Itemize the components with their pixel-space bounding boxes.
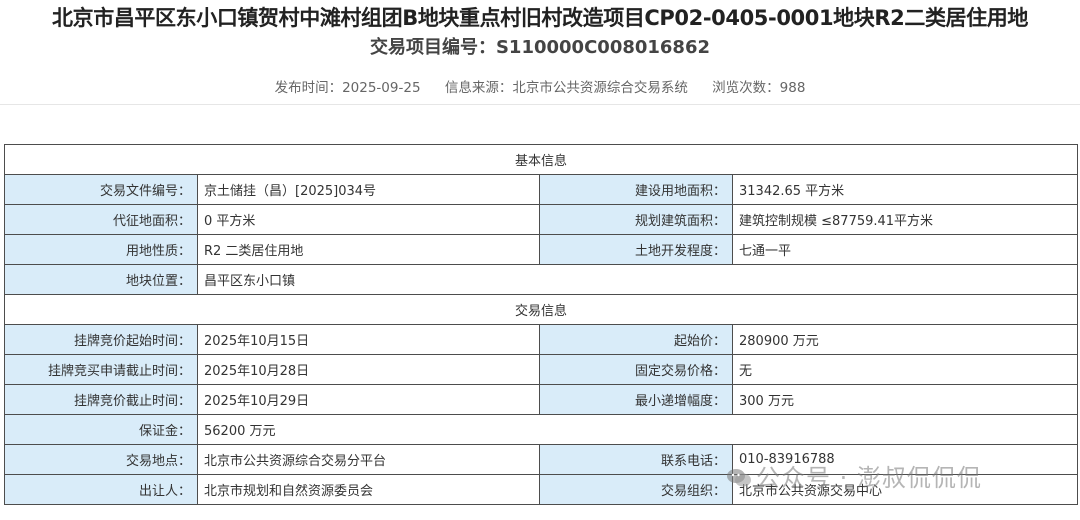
field-value: 2025年10月15日	[197, 324, 540, 355]
table-row: 挂牌竞买申请截止时间： 2025年10月28日 固定交易价格： 无	[4, 354, 1079, 385]
field-value: 北京市公共资源综合交易分平台	[197, 444, 540, 475]
project-number: 交易项目编号：S110000C008016862	[369, 37, 711, 58]
field-label: 出让人：	[4, 474, 198, 505]
field-label: 建设用地面积：	[539, 174, 733, 205]
section-basic: 基本信息	[3, 144, 1079, 175]
field-label: 挂牌竞买申请截止时间：	[4, 354, 198, 385]
page-title: 北京市昌平区东小口镇贺村中滩村组团B地块重点村旧村改造项目CP02-0405-0…	[52, 6, 1028, 30]
field-value: 2025年10月28日	[197, 354, 540, 385]
field-value: 七通一平	[731, 234, 1079, 265]
header-divider	[0, 104, 1080, 105]
table-row: 用地性质： R2 二类居住用地 土地开发程度： 七通一平	[4, 234, 1079, 265]
field-label: 交易文件编号：	[4, 174, 198, 205]
publish-time: 发布时间：2025-09-25	[274, 80, 421, 96]
section-trade: 交易信息	[3, 294, 1079, 325]
field-label: 挂牌竞价起始时间：	[4, 324, 198, 355]
field-label: 固定交易价格：	[539, 354, 733, 385]
field-value: 建筑控制规模 ≤87759.41平方米	[731, 204, 1079, 235]
field-label: 土地开发程度：	[539, 234, 733, 265]
field-label: 挂牌竞价截止时间：	[4, 384, 198, 415]
field-label: 起始价：	[539, 324, 733, 355]
info-table: 基本信息 交易文件编号： 京土储挂（昌）[2025]034号 建设用地面积： 3…	[3, 144, 1079, 505]
table-row: 保证金： 56200 万元	[4, 414, 1079, 445]
field-value: 31342.65 平方米	[731, 174, 1079, 205]
field-value: 300 万元	[731, 384, 1079, 415]
table-row: 挂牌竞价起始时间： 2025年10月15日 起始价： 280900 万元	[4, 324, 1079, 355]
field-label: 交易地点：	[4, 444, 198, 475]
table-row: 挂牌竞价截止时间： 2025年10月29日 最小递增幅度： 300 万元	[4, 384, 1079, 415]
field-value: 0 平方米	[197, 204, 540, 235]
info-source: 信息来源：北京市公共资源综合交易系统	[444, 80, 688, 96]
view-count: 浏览次数：988	[712, 80, 806, 96]
field-value: 56200 万元	[196, 414, 1079, 445]
field-label: 联系电话：	[539, 444, 733, 475]
page-header: 北京市昌平区东小口镇贺村中滩村组团B地块重点村旧村改造项目CP02-0405-0…	[0, 0, 1080, 104]
field-value: 280900 万元	[731, 324, 1079, 355]
watermark: 公众号 · 澎叔侃侃侃	[726, 458, 982, 493]
field-value: 昌平区东小口镇	[196, 264, 1079, 295]
field-value: 京土储挂（昌）[2025]034号	[197, 174, 540, 205]
field-label: 保证金：	[4, 414, 198, 445]
meta-bar: 发布时间：2025-09-25 信息来源：北京市公共资源综合交易系统 浏览次数：…	[0, 78, 1080, 98]
field-label: 用地性质：	[4, 234, 198, 265]
field-value: 北京市规划和自然资源委员会	[197, 474, 540, 505]
field-label: 交易组织：	[539, 474, 733, 505]
field-label: 地块位置：	[4, 264, 198, 295]
watermark-text: 公众号 · 澎叔侃侃侃	[756, 464, 982, 492]
table-row: 地块位置： 昌平区东小口镇	[4, 264, 1079, 295]
field-label: 最小递增幅度：	[539, 384, 733, 415]
table-row: 代征地面积： 0 平方米 规划建筑面积： 建筑控制规模 ≤87759.41平方米	[4, 204, 1079, 235]
section-title: 基本信息	[3, 144, 1079, 175]
field-label: 代征地面积：	[4, 204, 198, 235]
field-value: R2 二类居住用地	[197, 234, 540, 265]
wechat-icon	[726, 466, 752, 487]
field-value: 2025年10月29日	[197, 384, 540, 415]
field-value: 无	[731, 354, 1079, 385]
table-row: 交易文件编号： 京土储挂（昌）[2025]034号 建设用地面积： 31342.…	[4, 174, 1079, 205]
section-title: 交易信息	[3, 294, 1079, 325]
field-label: 规划建筑面积：	[539, 204, 733, 235]
